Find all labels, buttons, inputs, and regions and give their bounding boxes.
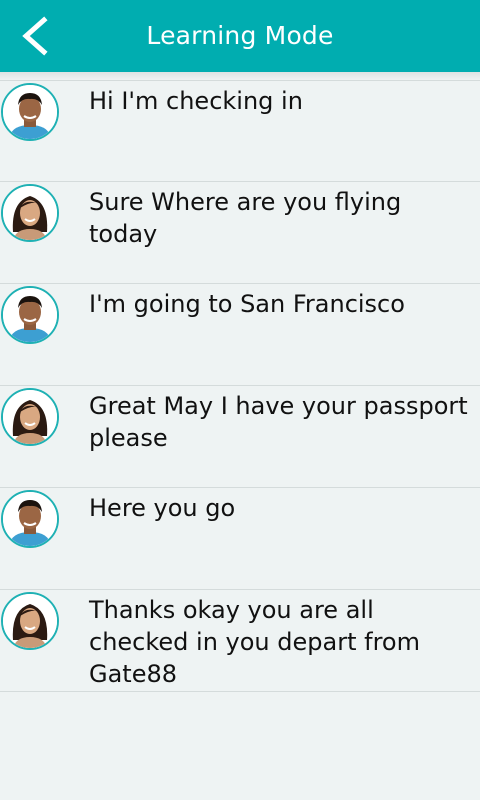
app-bar-shadow <box>0 72 480 80</box>
dialog-text: Great May I have your passport please <box>89 392 468 452</box>
man-avatar <box>1 286 59 344</box>
dialog-text: I'm going to San Francisco <box>89 290 405 318</box>
dialog-line[interactable]: Here you go <box>0 488 480 590</box>
dialog-line[interactable]: I'm going to San Francisco <box>0 284 480 386</box>
dialog-line[interactable]: Hi I'm checking in <box>0 80 480 182</box>
conversation-list: Hi I'm checking in Sure Where are you fl… <box>0 80 480 692</box>
page-title: Learning Mode <box>146 21 334 50</box>
dialog-line[interactable]: Great May I have your passport please <box>0 386 480 488</box>
dialog-line[interactable]: Thanks okay you are all checked in you d… <box>0 590 480 692</box>
chevron-left-icon <box>22 16 48 56</box>
app-bar: Learning Mode <box>0 0 480 72</box>
woman-avatar <box>1 184 59 242</box>
man-avatar <box>1 490 59 548</box>
dialog-text: Thanks okay you are all checked in you d… <box>89 596 420 688</box>
woman-avatar <box>1 592 59 650</box>
back-button[interactable] <box>14 14 58 58</box>
dialog-text: Here you go <box>89 494 236 522</box>
man-avatar <box>1 83 59 141</box>
woman-avatar <box>1 388 59 446</box>
dialog-line[interactable]: Sure Where are you flying today <box>0 182 480 284</box>
dialog-text: Hi I'm checking in <box>89 87 303 115</box>
dialog-text: Sure Where are you flying today <box>89 188 402 248</box>
